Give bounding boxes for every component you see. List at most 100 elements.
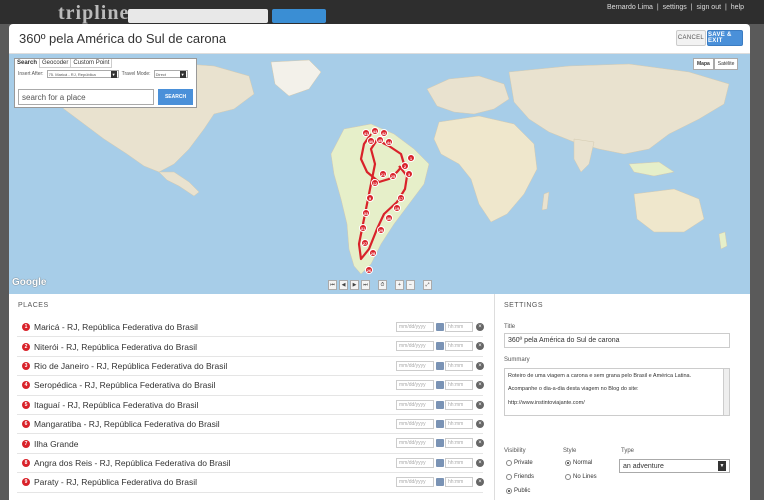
map-stop-marker[interactable]: 25 — [389, 172, 397, 180]
date-input[interactable]: mm/dd/yyyy — [396, 457, 434, 468]
map-stop-marker[interactable]: 21 — [379, 170, 387, 178]
remove-place-icon[interactable]: × — [476, 419, 484, 428]
timer-button[interactable]: ⏱ — [378, 280, 387, 290]
date-input[interactable]: mm/dd/yyyy — [396, 341, 434, 352]
remove-place-icon[interactable]: × — [476, 478, 484, 487]
calendar-icon[interactable] — [436, 458, 444, 467]
map-stop-marker[interactable]: 41 — [362, 129, 370, 137]
remove-place-icon[interactable]: × — [476, 342, 484, 351]
date-input[interactable]: mm/dd/yyyy — [396, 418, 434, 429]
calendar-icon[interactable] — [436, 323, 444, 331]
first-stop-button[interactable]: ⏮ — [328, 280, 337, 290]
time-input[interactable]: hh:mm — [445, 380, 473, 391]
save-exit-button[interactable]: SAVE & EXIT — [707, 30, 743, 46]
calendar-icon[interactable] — [436, 400, 444, 409]
visibility-friends-radio[interactable]: Friends — [506, 474, 534, 480]
remove-place-icon[interactable]: × — [476, 400, 484, 409]
date-input[interactable]: mm/dd/yyyy — [396, 477, 434, 488]
chevron-down-icon: ▼ — [718, 461, 726, 471]
time-input[interactable]: hh:mm — [445, 418, 473, 429]
place-row[interactable]: 8 Angra dos Reis - RJ, República Federati… — [17, 454, 484, 474]
time-input[interactable]: hh:mm — [445, 438, 473, 449]
map-stop-marker[interactable]: 33 — [362, 209, 370, 217]
trip-title-input[interactable]: 360º pela América do Sul de carona — [504, 333, 730, 348]
summary-scrollbar[interactable] — [723, 369, 729, 415]
place-row[interactable]: 2 Niterói - RJ, República Federativa do B… — [17, 337, 484, 357]
place-row[interactable]: 1 Maricá - RJ, República Federativa do Br… — [17, 318, 484, 338]
place-row[interactable]: 7 Ilha Grande mm/dd/yyyy hh:mm × — [17, 434, 484, 454]
summary-textarea[interactable]: Roteiro de uma viagem a carona e sem gra… — [504, 368, 730, 416]
last-stop-button[interactable]: ⏭ — [361, 280, 370, 290]
date-input[interactable]: mm/dd/yyyy — [396, 322, 434, 332]
fit-bounds-button[interactable]: ⤢ — [423, 280, 432, 290]
calendar-icon[interactable] — [436, 419, 444, 428]
style-no-lines-radio[interactable]: No Lines — [565, 474, 597, 480]
settings-link[interactable]: settings — [663, 4, 687, 11]
visibility-private-radio[interactable]: Private — [506, 460, 533, 466]
map-type-satellite-button[interactable]: Satélite — [713, 58, 739, 70]
calendar-icon[interactable] — [436, 478, 444, 487]
map-stop-marker[interactable]: 26 — [365, 266, 373, 274]
tab-geocoder[interactable]: Geocoder — [40, 59, 72, 68]
time-input[interactable]: hh:mm — [445, 322, 473, 332]
user-name-link[interactable]: Bernardo Lima — [607, 4, 653, 11]
calendar-icon[interactable] — [436, 342, 444, 351]
style-normal-radio[interactable]: Normal — [565, 460, 592, 466]
place-row[interactable]: 6 Mangaratiba - RJ, República Federativa … — [17, 415, 484, 435]
time-input[interactable]: hh:mm — [445, 341, 473, 352]
map-stop-marker[interactable]: 29 — [377, 226, 385, 234]
calendar-icon[interactable] — [436, 439, 444, 448]
next-stop-button[interactable]: ▶ — [350, 280, 359, 290]
remove-place-icon[interactable]: × — [476, 381, 484, 390]
map-stop-marker[interactable]: 27 — [361, 239, 369, 247]
remove-place-icon[interactable]: × — [476, 458, 484, 467]
calendar-icon[interactable] — [436, 381, 444, 390]
remove-place-icon[interactable]: × — [476, 439, 484, 448]
tab-custom-point[interactable]: Custom Point — [71, 59, 113, 68]
map-stop-marker[interactable]: 1 — [407, 154, 415, 162]
remove-place-icon[interactable]: × — [476, 361, 484, 370]
travel-mode-select[interactable]: Direct ▼ — [153, 70, 188, 78]
help-link[interactable]: help — [731, 4, 744, 11]
zoom-out-button[interactable]: − — [406, 280, 415, 290]
time-input[interactable]: hh:mm — [445, 457, 473, 468]
map-stop-marker[interactable]: 30 — [385, 214, 393, 222]
trip-type-select[interactable]: an adventure ▼ — [619, 459, 730, 473]
visibility-public-radio[interactable]: Public — [506, 488, 530, 494]
map-stop-marker[interactable]: 2 — [401, 162, 409, 170]
map-stop-marker[interactable]: 3 — [405, 170, 413, 178]
place-search-input[interactable]: search for a place — [18, 89, 154, 105]
date-input[interactable]: mm/dd/yyyy — [396, 438, 434, 449]
trip-map[interactable]: 41 43 42 40 45 44 1 2 3 25 21 12 9 33 31 27 17 19 30 29 28 26… — [9, 54, 750, 294]
sign-out-link[interactable]: sign out — [697, 4, 722, 11]
place-row[interactable]: 5 Itaguaí - RJ, República Federativa do B… — [17, 396, 484, 415]
place-row[interactable]: 3 Rio de Janeiro - RJ, República Federati… — [17, 357, 484, 377]
map-stop-marker[interactable]: 28 — [369, 249, 377, 257]
cancel-button[interactable]: CANCEL — [676, 30, 706, 46]
place-row[interactable]: 4 Seropédica - RJ, República Federativa d… — [17, 376, 484, 396]
place-row[interactable]: 9 Paraty - RJ, República Federativa do Br… — [17, 473, 484, 493]
map-stop-marker[interactable]: 9 — [366, 194, 374, 202]
map-stop-marker[interactable]: 44 — [385, 138, 393, 146]
date-input[interactable]: mm/dd/yyyy — [396, 360, 434, 371]
calendar-icon[interactable] — [436, 361, 444, 370]
time-input[interactable]: hh:mm — [445, 477, 473, 488]
map-stop-marker[interactable]: 40 — [367, 137, 375, 145]
map-stop-marker[interactable]: 45 — [376, 136, 384, 144]
map-stop-marker[interactable]: 19 — [393, 204, 401, 212]
place-search-button[interactable]: SEARCH — [158, 89, 193, 105]
remove-place-icon[interactable]: × — [476, 323, 484, 331]
zoom-in-button[interactable]: + — [395, 280, 404, 290]
prev-stop-button[interactable]: ◀ — [339, 280, 348, 290]
date-input[interactable]: mm/dd/yyyy — [396, 380, 434, 391]
map-stop-marker[interactable]: 43 — [371, 127, 379, 135]
time-input[interactable]: hh:mm — [445, 399, 473, 410]
map-stop-marker[interactable]: 31 — [359, 224, 367, 232]
time-input[interactable]: hh:mm — [445, 360, 473, 371]
date-input[interactable]: mm/dd/yyyy — [396, 399, 434, 410]
map-stop-marker[interactable]: 17 — [397, 194, 405, 202]
map-stop-marker[interactable]: 12 — [371, 179, 379, 187]
insert-after-select[interactable]: 75. Maricá - RJ, República ▼ — [46, 70, 119, 78]
tab-search[interactable]: Search — [15, 59, 41, 68]
map-type-map-button[interactable]: Mapa — [693, 58, 714, 70]
